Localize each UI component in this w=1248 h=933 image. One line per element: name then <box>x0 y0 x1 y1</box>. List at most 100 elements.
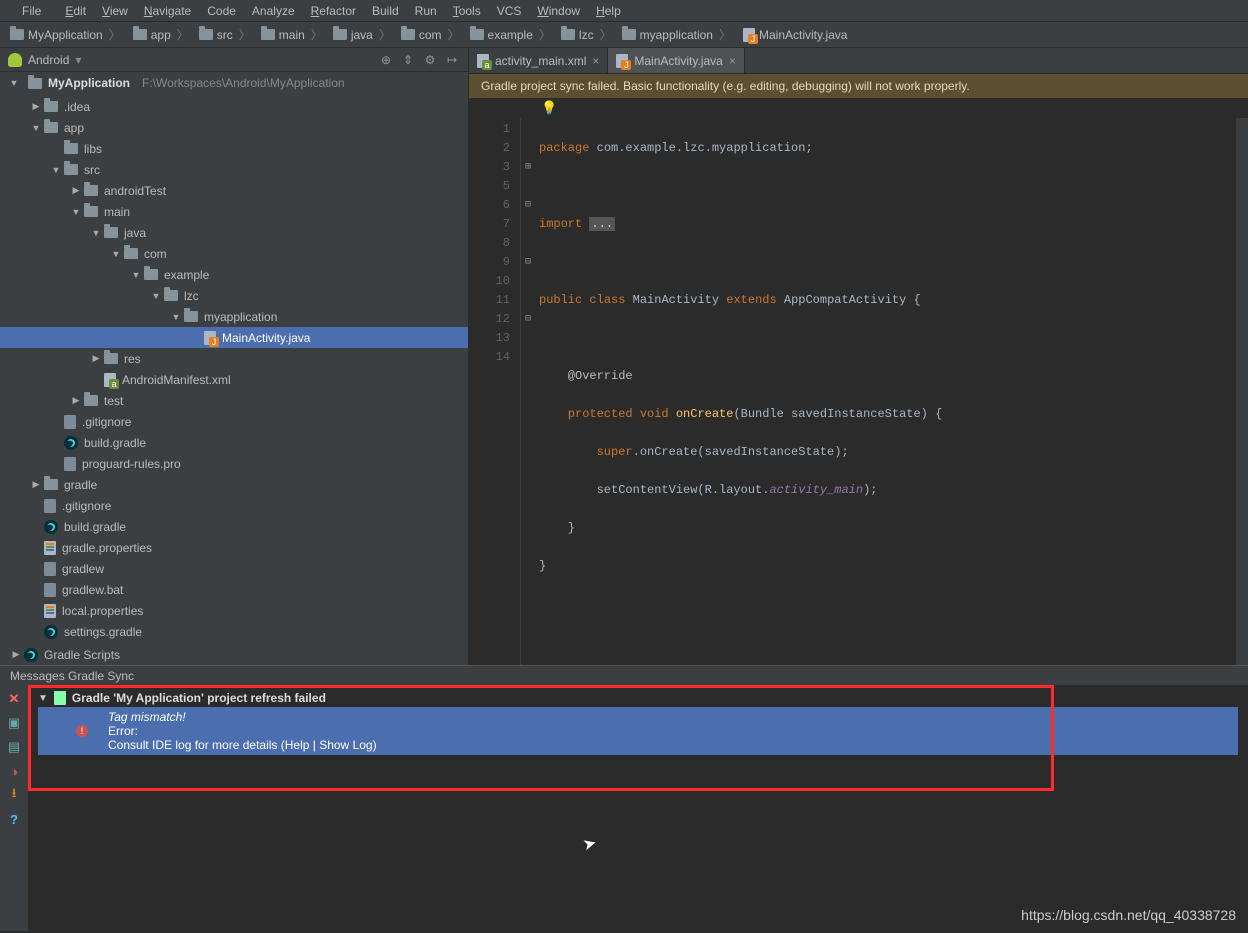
breadcrumb-part[interactable]: app〉 <box>129 26 195 43</box>
breadcrumb-part[interactable]: example〉 <box>466 26 557 43</box>
java-file-icon <box>616 54 628 68</box>
tree-row[interactable]: ▼com <box>0 243 468 264</box>
breadcrumb-part[interactable]: java〉 <box>329 26 397 43</box>
fold-minus-icon[interactable]: ⊟ <box>521 196 535 215</box>
tree-row[interactable]: ▼lzc <box>0 285 468 306</box>
breadcrumb-root[interactable]: MyApplication 〉 <box>6 26 127 43</box>
caret-icon[interactable]: ▶ <box>70 185 82 197</box>
tab-main-activity[interactable]: MainActivity.java × <box>608 48 745 73</box>
filter-icon[interactable]: ◑ <box>6 763 22 779</box>
menu-navigate[interactable]: Navigate <box>144 4 191 18</box>
messages-tab-header[interactable]: Messages Gradle Sync <box>0 665 1248 685</box>
menu-view[interactable]: View <box>102 4 128 18</box>
tree-row[interactable]: ▶gradle <box>0 474 468 495</box>
target-icon[interactable]: ⊕ <box>378 52 394 68</box>
project-selector-label[interactable]: Android <box>28 53 69 67</box>
error-title-row[interactable]: ▼ Gradle 'My Application' project refres… <box>38 691 1238 705</box>
project-tree[interactable]: ▶.idea▼applibs▼src▶androidTest▼main▼java… <box>0 94 468 644</box>
menu-vcs[interactable]: VCS <box>497 4 522 18</box>
error-strip[interactable] <box>1236 118 1248 665</box>
caret-icon[interactable]: ▶ <box>70 395 82 407</box>
messages-body: ▼ Gradle 'My Application' project refres… <box>28 685 1248 931</box>
tree-row[interactable]: libs <box>0 138 468 159</box>
caret-right-icon[interactable]: ▶ <box>10 649 22 661</box>
tree-row[interactable]: .gitignore <box>0 495 468 516</box>
tree-row[interactable]: ▼src <box>0 159 468 180</box>
caret-icon[interactable]: ▼ <box>70 206 82 218</box>
breadcrumb-file[interactable]: MainActivity.java <box>739 28 851 42</box>
close-icon[interactable]: ✕ <box>6 691 22 707</box>
caret-icon[interactable]: ▶ <box>30 101 42 113</box>
menu-file[interactable]: File <box>14 4 49 18</box>
caret-icon[interactable]: ▼ <box>90 227 102 239</box>
code-content[interactable]: package com.example.lzc.myapplication; i… <box>535 118 942 665</box>
export-icon[interactable]: ⭳ <box>6 787 22 803</box>
tree-row[interactable]: ▼java <box>0 222 468 243</box>
tree-row[interactable]: local.properties <box>0 600 468 621</box>
caret-icon[interactable]: ▶ <box>30 479 42 491</box>
tree-row[interactable]: proguard-rules.pro <box>0 453 468 474</box>
tree-row[interactable]: gradle.properties <box>0 537 468 558</box>
tree-row[interactable]: build.gradle <box>0 516 468 537</box>
project-root-row[interactable]: ▼ MyApplication F:\Workspaces\Android\My… <box>0 72 468 94</box>
menu-help[interactable]: Help <box>596 4 621 18</box>
close-icon[interactable]: × <box>729 54 736 68</box>
tree-label: build.gradle <box>64 520 126 534</box>
chevron-down-icon[interactable]: ▾ <box>75 53 81 67</box>
caret-icon[interactable]: ▼ <box>30 122 42 134</box>
menubar[interactable]: File Edit View Navigate Code Analyze Ref… <box>0 0 1248 22</box>
tree-row[interactable]: AndroidManifest.xml <box>0 369 468 390</box>
caret-icon[interactable]: ▼ <box>170 311 182 323</box>
close-icon[interactable]: × <box>592 54 599 68</box>
breadcrumb-part[interactable]: myapplication〉 <box>618 26 737 43</box>
error-detail-block[interactable]: Tag mismatch! ! Error: Consult IDE log f… <box>38 707 1238 755</box>
expand-icon[interactable]: ▣ <box>6 715 22 731</box>
tree-row[interactable]: ▶res <box>0 348 468 369</box>
tree-row[interactable]: ▶androidTest <box>0 180 468 201</box>
tree-row[interactable]: settings.gradle <box>0 621 468 642</box>
collapse-icon[interactable]: ⇕ <box>400 52 416 68</box>
tree-row[interactable]: ▶.idea <box>0 96 468 117</box>
menu-window[interactable]: Window <box>537 4 580 18</box>
menu-build[interactable]: Build <box>372 4 399 18</box>
tree-row[interactable]: .gitignore <box>0 411 468 432</box>
breadcrumb-part[interactable]: lzc〉 <box>557 26 618 43</box>
help-icon[interactable]: ? <box>6 811 22 827</box>
menu-code[interactable]: Code <box>207 4 236 18</box>
caret-down-icon[interactable]: ▼ <box>38 693 48 704</box>
caret-down-icon[interactable]: ▼ <box>8 77 20 89</box>
tree-row[interactable]: ▼app <box>0 117 468 138</box>
caret-icon[interactable]: ▼ <box>130 269 142 281</box>
fold-minus-icon[interactable]: ⊟ <box>521 253 535 272</box>
lightbulb-icon[interactable]: 💡 <box>541 100 557 116</box>
tree-row[interactable]: gradlew <box>0 558 468 579</box>
menu-tools[interactable]: Tools <box>453 4 481 18</box>
tree-row[interactable]: ▼myapplication <box>0 306 468 327</box>
tree-row[interactable]: build.gradle <box>0 432 468 453</box>
menu-run[interactable]: Run <box>415 4 437 18</box>
hide-icon[interactable]: ↦ <box>444 52 460 68</box>
tree-row[interactable]: ▶test <box>0 390 468 411</box>
gear-icon[interactable]: ⚙ <box>422 52 438 68</box>
spacer <box>30 500 42 512</box>
caret-icon[interactable]: ▼ <box>150 290 162 302</box>
tree-row[interactable]: ▼main <box>0 201 468 222</box>
tab-activity-main[interactable]: activity_main.xml × <box>469 48 608 73</box>
breadcrumb-label: src <box>217 28 233 42</box>
collapse-icon[interactable]: ▤ <box>6 739 22 755</box>
breadcrumb-part[interactable]: src〉 <box>195 26 257 43</box>
tree-row[interactable]: MainActivity.java <box>0 327 468 348</box>
fold-plus-icon[interactable]: ⊞ <box>521 158 535 177</box>
tree-row[interactable]: ▼example <box>0 264 468 285</box>
import-folded[interactable]: ... <box>589 217 615 231</box>
gradle-scripts-row[interactable]: ▶ Gradle Scripts <box>0 644 468 665</box>
tree-row[interactable]: gradlew.bat <box>0 579 468 600</box>
menu-analyze[interactable]: Analyze <box>252 4 295 18</box>
menu-edit[interactable]: Edit <box>65 4 86 18</box>
caret-icon[interactable]: ▶ <box>90 353 102 365</box>
caret-icon[interactable]: ▼ <box>50 164 62 176</box>
caret-icon[interactable]: ▼ <box>110 248 122 260</box>
breadcrumb-part[interactable]: com〉 <box>397 26 466 43</box>
menu-refactor[interactable]: Refactor <box>311 4 356 18</box>
breadcrumb-part[interactable]: main〉 <box>257 26 329 43</box>
